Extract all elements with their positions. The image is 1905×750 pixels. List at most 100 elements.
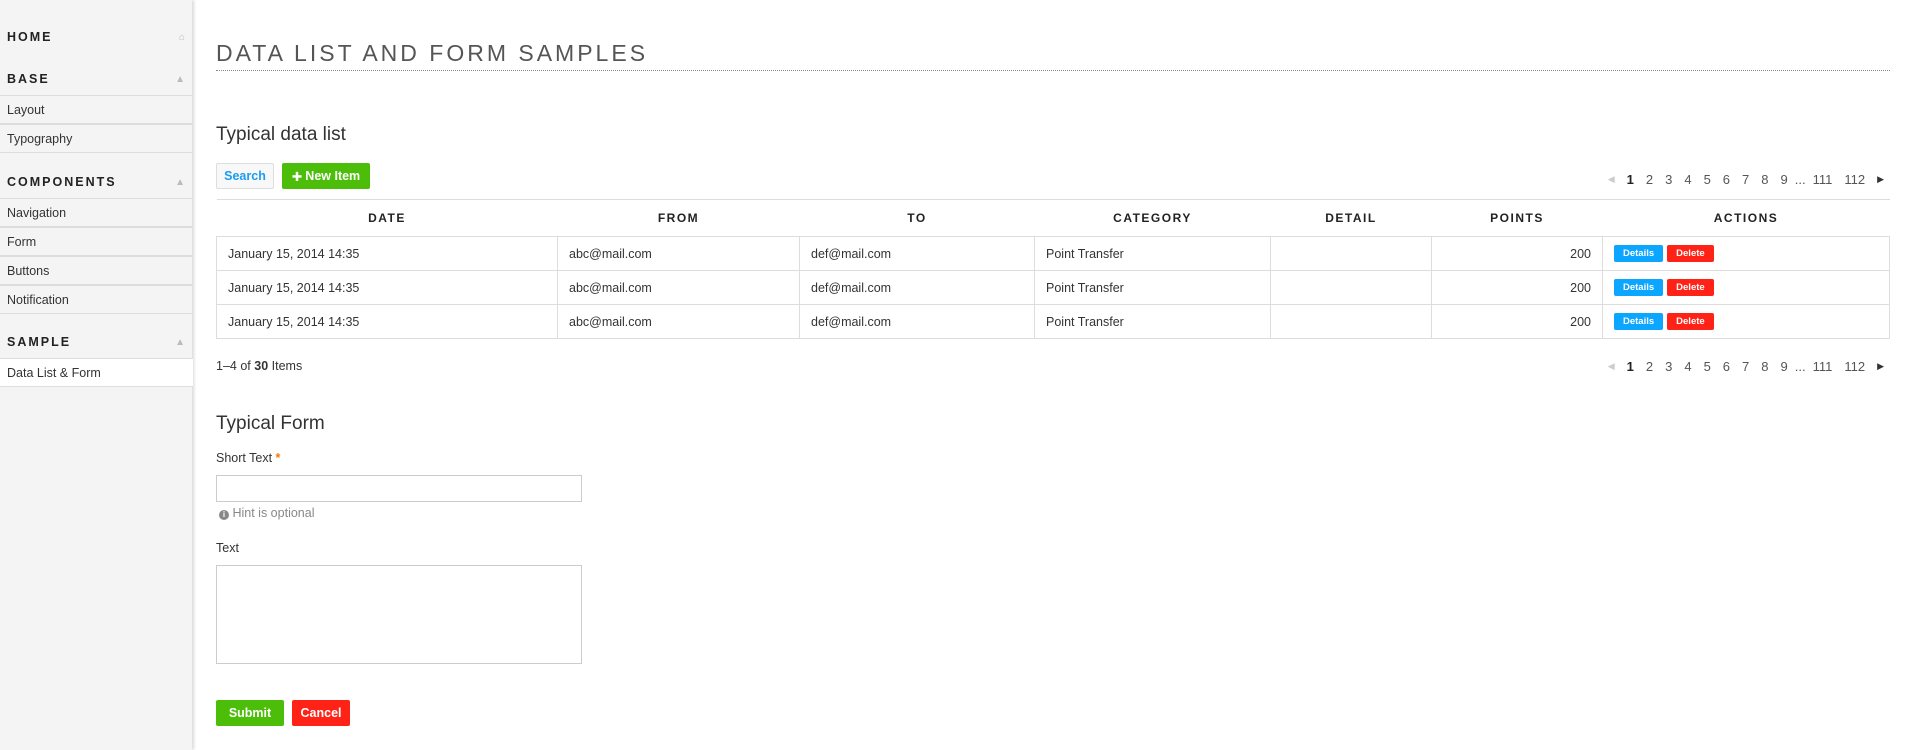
page-link[interactable]: 8 — [1755, 359, 1774, 374]
column-header: FROM — [557, 199, 800, 237]
details-button[interactable]: Details — [1614, 313, 1664, 330]
page-link[interactable]: 111 — [1807, 172, 1839, 187]
cell-from: abc@mail.com — [557, 304, 800, 339]
page-link[interactable]: 6 — [1717, 359, 1736, 374]
summary-suffix: Items — [271, 359, 303, 373]
text-label: Text — [216, 541, 239, 555]
page-link[interactable]: 7 — [1736, 172, 1755, 187]
hint-text: Hint is optional — [232, 506, 315, 520]
table-row: January 15, 2014 14:35 abc@mail.com def@ma… — [216, 270, 1890, 305]
column-header: POINTS — [1431, 199, 1603, 237]
sidebar-item-data-list-form[interactable]: Data List & Form — [0, 358, 193, 387]
data-list-heading: Typical data list — [216, 124, 346, 145]
cell-date: January 15, 2014 14:35 — [216, 270, 558, 305]
cell-category: Point Transfer — [1034, 236, 1271, 271]
short-text-input[interactable] — [216, 475, 582, 502]
page-title: DATA LIST AND FORM SAMPLES — [216, 40, 649, 66]
page-link[interactable]: 2 — [1640, 359, 1659, 374]
sidebar-item-buttons[interactable]: Buttons — [0, 256, 192, 285]
page-link[interactable]: 7 — [1736, 359, 1755, 374]
cell-actions: Details Delete — [1602, 270, 1890, 305]
title-divider — [216, 70, 1890, 71]
page-link[interactable]: 6 — [1717, 172, 1736, 187]
sidebar: HOME ⌂ BASE ▲ Layout Typography COMPONENTS… — [0, 0, 193, 750]
text-textarea[interactable] — [216, 565, 582, 664]
cell-detail — [1270, 304, 1432, 339]
section-label: BASE — [7, 72, 50, 86]
collapse-up-icon: ▲ — [175, 336, 185, 348]
sidebar-item-navigation[interactable]: Navigation — [0, 198, 192, 227]
search-button[interactable]: Search — [216, 163, 274, 189]
submit-button[interactable]: Submit — [216, 700, 284, 726]
table-header: DATE FROM TO CATEGORY DETAIL POINTS ACTIONS — [216, 199, 1890, 237]
sidebar-section-sample[interactable]: SAMPLE ▲ — [0, 326, 192, 358]
page-link[interactable]: 8 — [1755, 172, 1774, 187]
page-link[interactable]: 4 — [1678, 172, 1697, 187]
details-button[interactable]: Details — [1614, 245, 1664, 262]
page-link[interactable]: 1 — [1621, 172, 1640, 187]
cell-to: def@mail.com — [799, 304, 1035, 339]
column-header: ACTIONS — [1602, 199, 1890, 237]
cell-to: def@mail.com — [799, 236, 1035, 271]
next-page-icon[interactable]: ▶ — [1871, 361, 1890, 372]
cell-date: January 15, 2014 14:35 — [216, 236, 558, 271]
data-table: DATE FROM TO CATEGORY DETAIL POINTS ACTIONS Ja… — [216, 199, 1890, 339]
page-link[interactable]: 3 — [1659, 359, 1678, 374]
cell-to: def@mail.com — [799, 270, 1035, 305]
sidebar-item-notification[interactable]: Notification — [0, 285, 192, 314]
column-header: DATE — [216, 199, 558, 237]
page-link: ... — [1794, 359, 1806, 374]
next-page-icon[interactable]: ▶ — [1871, 174, 1890, 185]
cell-actions: Details Delete — [1602, 304, 1890, 339]
sidebar-section-components[interactable]: COMPONENTS ▲ — [0, 166, 192, 198]
summary-prefix: 1–4 of — [216, 359, 251, 373]
cell-detail — [1270, 236, 1432, 271]
cell-points: 200 — [1431, 270, 1603, 305]
prev-page-icon[interactable]: ◀ — [1602, 361, 1621, 372]
page-link: ... — [1794, 172, 1806, 187]
page-link[interactable]: 112 — [1838, 359, 1871, 374]
details-button[interactable]: Details — [1614, 279, 1664, 296]
table-row: January 15, 2014 14:35 abc@mail.com def@ma… — [216, 304, 1890, 339]
new-item-button[interactable]: ✚ New Item — [282, 163, 370, 189]
sidebar-home[interactable]: HOME ⌂ — [0, 21, 192, 53]
required-mark: * — [275, 451, 281, 465]
delete-button[interactable]: Delete — [1667, 313, 1714, 330]
page-link[interactable]: 3 — [1659, 172, 1678, 187]
plus-icon: ✚ — [291, 169, 303, 184]
info-icon: i — [219, 510, 229, 520]
delete-button[interactable]: Delete — [1667, 279, 1714, 296]
cell-actions: Details Delete — [1602, 236, 1890, 271]
page-link[interactable]: 5 — [1698, 172, 1717, 187]
sidebar-item-form[interactable]: Form — [0, 227, 192, 256]
sidebar-item-typography[interactable]: Typography — [0, 124, 192, 153]
page-link[interactable]: 5 — [1698, 359, 1717, 374]
page-link[interactable]: 112 — [1838, 172, 1871, 187]
home-label: HOME — [7, 30, 53, 44]
sidebar-item-layout[interactable]: Layout — [0, 95, 192, 124]
section-label: SAMPLE — [7, 335, 72, 349]
page-link[interactable]: 1 — [1621, 359, 1640, 374]
form-heading: Typical Form — [216, 413, 325, 434]
hint: i Hint is optional — [219, 506, 314, 520]
page-link[interactable]: 111 — [1807, 359, 1839, 374]
cancel-button[interactable]: Cancel — [292, 700, 350, 726]
items-summary: 1–4 of 30 Items — [216, 359, 302, 373]
prev-page-icon[interactable]: ◀ — [1602, 174, 1621, 185]
pagination-bottom: ◀ 1 2 3 4 5 6 7 8 9... 111 112 ▶ — [1602, 359, 1890, 374]
home-icon: ⌂ — [178, 31, 185, 43]
delete-button[interactable]: Delete — [1667, 245, 1714, 262]
summary-total: 30 — [254, 359, 269, 373]
cell-from: abc@mail.com — [557, 236, 800, 271]
table-row: January 15, 2014 14:35 abc@mail.com def@ma… — [216, 236, 1890, 271]
collapse-up-icon: ▲ — [175, 73, 185, 85]
cell-from: abc@mail.com — [557, 270, 800, 305]
cell-date: January 15, 2014 14:35 — [216, 304, 558, 339]
cell-points: 200 — [1431, 236, 1603, 271]
cell-points: 200 — [1431, 304, 1603, 339]
page-link[interactable]: 4 — [1678, 359, 1697, 374]
page-link[interactable]: 9 — [1775, 172, 1794, 187]
page-link[interactable]: 9 — [1775, 359, 1794, 374]
page-link[interactable]: 2 — [1640, 172, 1659, 187]
sidebar-section-base[interactable]: BASE ▲ — [0, 63, 192, 95]
